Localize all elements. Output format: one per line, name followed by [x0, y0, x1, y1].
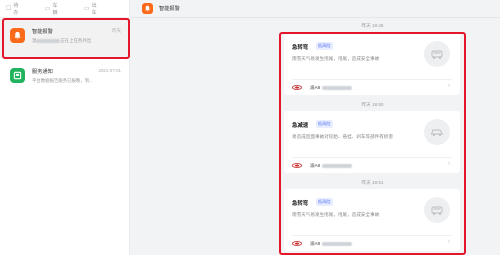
tab-bar: ☐ 待办 ▭ 车辆 ▭ 出车 — [0, 0, 129, 18]
plate-number: 渝A8 — [310, 241, 353, 247]
bell-icon — [145, 5, 150, 12]
chevron-right-icon[interactable]: › — [448, 161, 450, 167]
conversation-item-service-notice[interactable]: 服务通知 2021-07-01 平台数据报告服务已报晚，到... — [0, 58, 129, 98]
conversation-time: 2021-07-01 — [98, 68, 121, 73]
conversation-title: 智能报警 — [32, 29, 53, 35]
conversation-item-smart-alarm[interactable]: 智能报警 昨天 温正在上任务外出 — [0, 18, 129, 58]
tab-label: 待办 — [13, 2, 19, 16]
redacted-text — [322, 86, 353, 90]
message-timestamp: 昨天 19:51 — [361, 180, 384, 185]
risk-badge: 低风险 — [316, 198, 333, 206]
redacted-text — [322, 164, 353, 168]
car-icon: ▭ — [44, 5, 51, 12]
alarm-type: 急转弯 — [292, 45, 309, 51]
checkbox-icon: ☐ — [6, 5, 12, 12]
chat-header: 智能报警 — [131, 0, 500, 18]
vehicle-thumbnail — [424, 119, 450, 145]
car-icon — [430, 129, 444, 136]
message-timestamp: 昨天 19:50 — [361, 102, 384, 107]
plate-prefix: 渝A8 — [310, 163, 321, 168]
conversation-time: 昨天 — [112, 28, 121, 33]
brand-logo-icon — [292, 241, 302, 246]
redacted-text — [36, 38, 61, 43]
chevron-right-icon[interactable]: › — [448, 239, 450, 245]
conversation-preview: 平台数据报告服务已报晚，到... — [32, 78, 93, 83]
alarm-avatar — [10, 28, 25, 43]
alarm-description: 雨雪天气易发生甩尾，甩尾，造成安全事故 — [292, 212, 380, 217]
alarm-card[interactable]: 急转弯 低风险 雨雪天气易发生甩尾，甩尾，造成安全事故 渝A8 › — [284, 33, 460, 95]
alarm-type: 急减速 — [292, 123, 309, 129]
plate-prefix: 渝A8 — [310, 85, 321, 90]
alarm-description: 雨雪天气易发生甩尾，甩尾，造成安全事故 — [292, 56, 380, 61]
car-icon — [431, 206, 443, 215]
alarm-card[interactable]: 急转弯 低风险 雨雪天气易发生甩尾，甩尾，造成安全事故 渝A8 › — [284, 189, 460, 251]
chat-title: 智能报警 — [159, 6, 180, 12]
redacted-text — [322, 242, 353, 246]
plate-number: 渝A8 — [310, 163, 353, 169]
vehicle-thumbnail — [424, 197, 450, 223]
tab-vehicle[interactable]: ▭ 车辆 — [45, 2, 62, 16]
card-divider — [292, 157, 452, 158]
bell-icon — [14, 31, 21, 40]
risk-badge: 低风险 — [316, 42, 333, 50]
risk-badge: 低风险 — [316, 120, 333, 128]
tab-label: 出车 — [91, 2, 97, 16]
tab-todo[interactable]: ☐ 待办 — [6, 2, 23, 16]
brand-logo-icon — [292, 85, 302, 90]
conversation-panel: ☐ 待办 ▭ 车辆 ▭ 出车 智能报警 昨天 温正在上任务外出 服务通知 202… — [0, 0, 130, 255]
brand-logo-icon — [292, 163, 302, 168]
conversation-preview: 温正在上任务外出 — [32, 38, 122, 44]
alarm-card[interactable]: 急减速 低风险 易造成后面事故对轮胎、悬挂、刹车等部件有损害 渝A8 › — [284, 111, 460, 173]
preview-suffix: 正在上任务外出 — [60, 38, 92, 43]
header-avatar — [142, 3, 153, 14]
plate-prefix: 渝A8 — [310, 241, 321, 246]
notice-avatar — [10, 68, 25, 83]
chevron-right-icon[interactable]: › — [448, 83, 450, 89]
car-icon: ▭ — [83, 5, 90, 12]
car-icon — [431, 50, 443, 59]
card-divider — [292, 79, 452, 80]
vehicle-thumbnail — [424, 41, 450, 67]
alarm-type: 急转弯 — [292, 201, 309, 207]
message-timestamp: 昨天 19:46 — [361, 23, 384, 28]
card-divider — [292, 235, 452, 236]
conversation-title: 服务通知 — [32, 69, 53, 75]
tab-label: 车辆 — [52, 2, 58, 16]
notice-icon — [13, 71, 22, 80]
plate-number: 渝A8 — [310, 85, 353, 91]
tab-dispatch[interactable]: ▭ 出车 — [84, 2, 101, 16]
alarm-description: 易造成后面事故对轮胎、悬挂、刹车等部件有损害 — [292, 134, 394, 139]
